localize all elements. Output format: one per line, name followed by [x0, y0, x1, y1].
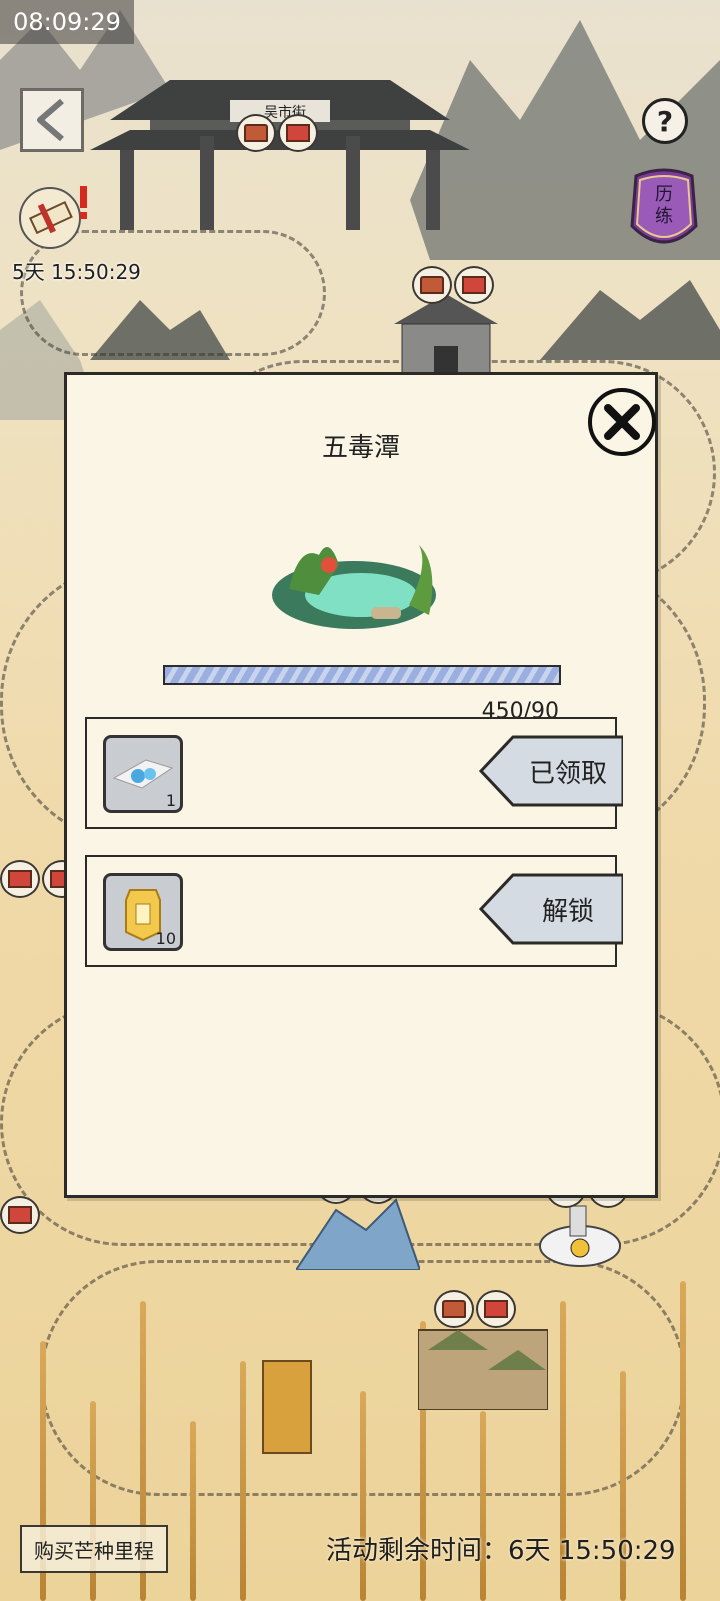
poison-pond-illustration — [272, 545, 436, 629]
side-event-timer: 5天 15:50:29 — [12, 260, 141, 284]
reward-item-slot[interactable]: 10 — [103, 873, 183, 951]
buy-mileage-button[interactable]: 购买芒种里程 — [20, 1525, 168, 1573]
temple-building — [394, 294, 498, 383]
claimed-button[interactable]: 已领取 — [479, 735, 623, 807]
chest-marker[interactable] — [412, 266, 494, 304]
close-x-icon — [604, 404, 640, 440]
event-remaining-time: 活动剩余时间：6天 15:50:29 — [326, 1530, 676, 1567]
quest-scroll-button[interactable] — [14, 180, 94, 250]
chest-marker[interactable] — [0, 1196, 40, 1234]
event-time-label: 活动剩余时间： — [326, 1536, 509, 1566]
trial-button[interactable]: 历练 — [626, 166, 702, 256]
reward-row-1: 1 已领取 — [85, 717, 623, 829]
scroll-quest-icon — [19, 186, 87, 249]
event-time-value: 6天 15:50:29 — [508, 1536, 676, 1566]
question-mark-icon: ? — [656, 104, 674, 138]
unlock-button-label: 解锁 — [541, 896, 594, 927]
reward-item-count: 1 — [165, 791, 176, 810]
trial-label: 历练 — [655, 184, 673, 227]
status-time: 08:09:29 — [0, 0, 134, 44]
reward-row-2: 10 解锁 — [85, 855, 623, 967]
chest-marker[interactable] — [236, 114, 318, 152]
back-button[interactable] — [20, 88, 84, 152]
back-arrow-icon — [37, 98, 64, 142]
progress-bar — [163, 665, 561, 685]
chest-marker[interactable] — [434, 1290, 516, 1328]
dialog-title: 五毒潭 — [321, 433, 400, 463]
reward-item-count: 10 — [155, 929, 176, 948]
close-button[interactable] — [588, 388, 656, 456]
unlock-button[interactable]: 解锁 — [479, 873, 623, 945]
location-dialog: 五毒潭 450/90 1 已领取 10 解锁 — [64, 372, 658, 1198]
atm-machine — [262, 1360, 312, 1454]
progress-fill — [165, 667, 559, 683]
horse-rider — [539, 1205, 621, 1267]
reward-item-slot[interactable]: 1 — [103, 735, 183, 813]
claimed-button-label: 已领取 — [528, 758, 607, 789]
help-button[interactable]: ? — [642, 98, 688, 144]
